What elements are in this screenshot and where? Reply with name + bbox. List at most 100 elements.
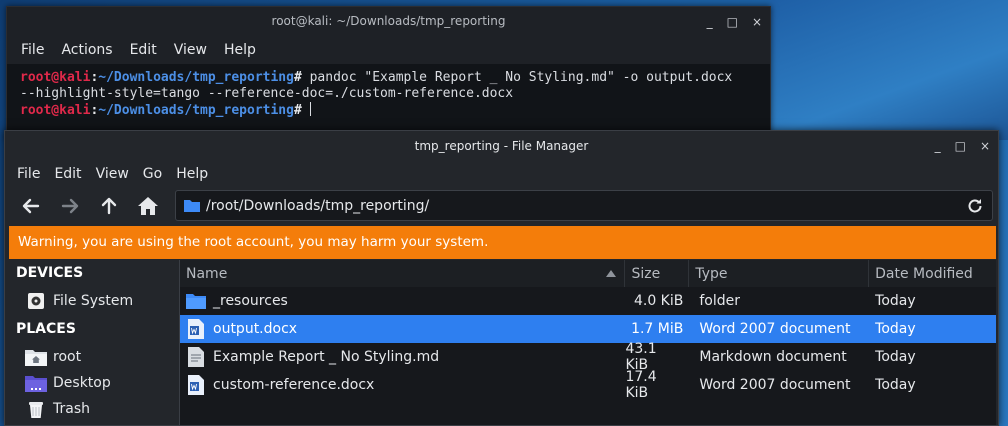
up-button[interactable] <box>93 192 124 220</box>
column-label-type: Type <box>695 265 728 282</box>
file-manager-window: tmp_reporting - File Manager _ □ × File … <box>4 130 999 426</box>
menu-file[interactable]: File <box>17 166 40 182</box>
terminal-titlebar[interactable]: root@kali: ~/Downloads/tmp_reporting _ □… <box>7 7 770 36</box>
terminal-menubar: File Actions Edit View Help <box>7 36 770 64</box>
file-date: Today <box>875 377 916 393</box>
location-bar[interactable]: /root/Downloads/tmp_reporting/ <box>175 190 993 221</box>
column-header-type[interactable]: Type <box>689 260 870 287</box>
root-warning-banner: Warning, you are using the root account,… <box>9 226 996 259</box>
word-doc-icon <box>186 375 206 395</box>
markdown-file-icon <box>186 347 206 367</box>
prompt-user: root@kali <box>20 103 91 118</box>
sidebar-heading-places: PLACES <box>16 321 76 337</box>
trash-icon <box>25 399 47 419</box>
menu-file[interactable]: File <box>21 42 44 58</box>
prompt-user: root@kali <box>20 70 91 85</box>
sidebar-item-file-system[interactable]: File System <box>5 288 178 314</box>
minimize-icon[interactable]: _ <box>935 140 941 152</box>
sidebar-item-label: Trash <box>53 401 90 417</box>
file-manager-title: tmp_reporting - File Manager <box>414 139 589 153</box>
column-label-size: Size <box>631 265 661 282</box>
arrow-up-icon <box>101 197 116 214</box>
terminal-title: root@kali: ~/Downloads/tmp_reporting <box>271 14 506 28</box>
arrow-left-icon <box>22 198 39 213</box>
file-manager-menubar: File Edit View Go Help <box>5 161 998 187</box>
terminal-output[interactable]: root@kali:~/Downloads/tmp_reporting# pan… <box>7 64 770 119</box>
column-header-size[interactable]: Size <box>625 260 690 287</box>
sidebar-heading-devices: DEVICES <box>16 265 84 281</box>
menu-actions[interactable]: Actions <box>61 42 112 58</box>
prompt-path: ~/Downloads/tmp_reporting <box>98 70 294 85</box>
file-name: custom-reference.docx <box>213 377 375 393</box>
file-name: output.docx <box>213 321 298 337</box>
home-button[interactable] <box>132 192 163 220</box>
terminal-line-3: root@kali:~/Downloads/tmp_reporting# <box>20 102 770 119</box>
column-header-name[interactable]: Name <box>180 260 626 287</box>
sidebar-item-trash[interactable]: Trash <box>5 396 178 422</box>
file-list: Name Size Type Date Modified _resources … <box>179 260 996 425</box>
column-label-date: Date Modified <box>875 265 973 282</box>
sidebar-item-label: File System <box>53 293 134 309</box>
word-doc-icon <box>186 319 206 339</box>
file-type: Markdown document <box>699 349 847 365</box>
menu-view[interactable]: View <box>174 42 207 58</box>
file-size: 4.0 KiB <box>633 293 684 309</box>
file-date: Today <box>875 321 916 337</box>
folder-icon <box>184 200 200 212</box>
close-icon[interactable]: × <box>980 140 990 152</box>
prompt-symbol: # <box>293 70 302 85</box>
back-button[interactable] <box>15 192 46 220</box>
reload-icon[interactable] <box>966 197 984 215</box>
file-size: 1.7 MiB <box>631 321 684 337</box>
file-size: 17.4 KiB <box>625 369 657 401</box>
file-name: Example Report _ No Styling.md <box>213 349 440 365</box>
column-label-name: Name <box>186 265 228 282</box>
toolbar: /root/Downloads/tmp_reporting/ <box>5 187 998 224</box>
sidebar-item-desktop[interactable]: Desktop <box>5 370 178 396</box>
terminal-line-2: --highlight-style=tango --reference-doc=… <box>20 86 514 101</box>
sort-ascending-icon <box>606 270 617 277</box>
home-folder-icon <box>25 347 47 367</box>
column-headers: Name Size Type Date Modified <box>180 260 996 287</box>
file-date: Today <box>875 349 916 365</box>
file-manager-titlebar[interactable]: tmp_reporting - File Manager _ □ × <box>5 131 998 161</box>
menu-edit[interactable]: Edit <box>130 42 157 58</box>
text-cursor <box>309 102 311 116</box>
terminal-line-1: root@kali:~/Downloads/tmp_reporting# pan… <box>20 70 770 86</box>
forward-button[interactable] <box>54 192 85 220</box>
home-icon <box>137 196 158 215</box>
file-row-custom-reference-docx[interactable]: custom-reference.docx 17.4 KiB Word 2007… <box>180 369 996 401</box>
desktop-background <box>770 0 1008 140</box>
menu-help[interactable]: Help <box>224 42 256 58</box>
maximize-icon[interactable]: □ <box>727 16 738 28</box>
sidebar: DEVICES File System PLACES root Desktop … <box>5 260 178 425</box>
hard-drive-icon <box>25 291 47 311</box>
file-name: _resources <box>213 293 288 309</box>
sidebar-item-label: Desktop <box>53 375 111 391</box>
arrow-right-icon <box>61 198 78 213</box>
sidebar-item-root[interactable]: root <box>5 344 178 370</box>
maximize-icon[interactable]: □ <box>955 140 966 152</box>
minimize-icon[interactable]: _ <box>707 16 713 28</box>
close-icon[interactable]: × <box>752 16 762 28</box>
file-type: Word 2007 document <box>699 377 851 393</box>
desktop-folder-icon <box>25 373 47 393</box>
prompt-path: ~/Downloads/tmp_reporting <box>98 103 294 118</box>
menu-help[interactable]: Help <box>176 166 208 182</box>
menu-edit[interactable]: Edit <box>54 166 81 182</box>
sidebar-item-label: root <box>53 349 82 365</box>
folder-icon <box>186 291 206 311</box>
file-row-resources[interactable]: _resources 4.0 KiB folder Today <box>180 287 996 315</box>
file-row-example-report-md[interactable]: Example Report _ No Styling.md 43.1 KiB … <box>180 341 996 373</box>
command-text: pandoc "Example Report _ No Styling.md" … <box>301 70 733 85</box>
file-type: folder <box>699 293 740 309</box>
file-size: 43.1 KiB <box>625 341 657 373</box>
location-path: /root/Downloads/tmp_reporting/ <box>206 197 430 214</box>
file-row-output-docx[interactable]: output.docx 1.7 MiB Word 2007 document T… <box>180 315 996 343</box>
prompt-symbol: # <box>293 103 302 118</box>
menu-view[interactable]: View <box>96 166 129 182</box>
column-header-date[interactable]: Date Modified <box>869 260 996 287</box>
file-type: Word 2007 document <box>699 321 851 337</box>
terminal-window: root@kali: ~/Downloads/tmp_reporting _ □… <box>6 6 771 141</box>
menu-go[interactable]: Go <box>143 166 162 182</box>
